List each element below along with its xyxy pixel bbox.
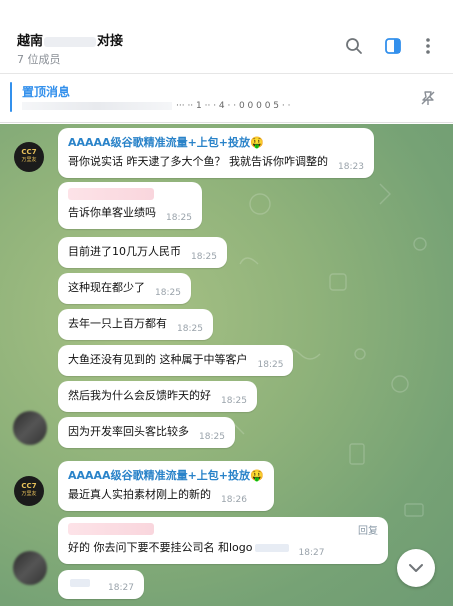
message-text: 好的 你去问下要不要挂公司名 和logo xyxy=(68,541,253,554)
message-bubble[interactable]: 大鱼还没有见到的 这种属于中等客户 18:25 xyxy=(58,345,294,376)
message-text: 目前进了10几万人民币 xyxy=(68,245,181,258)
message-time: 18:25 xyxy=(166,213,192,223)
redacted-sender xyxy=(68,188,154,200)
avatar[interactable] xyxy=(13,551,47,585)
avatar-line1: CC7 xyxy=(21,482,37,490)
chat-title[interactable]: 越南 对接 xyxy=(17,30,123,49)
sender-name[interactable]: AAAAA级谷歌精准流量+上包+投放🤑 xyxy=(68,134,364,150)
more-vert-icon[interactable] xyxy=(416,34,440,58)
message-text: 告诉你单客业绩吗 xyxy=(68,206,156,219)
message-text: 哥你说实话 昨天逮了多大个鱼？ 我就告诉你咋调整的 xyxy=(68,155,328,168)
unpin-icon[interactable] xyxy=(419,89,437,111)
message-time: 18:25 xyxy=(257,360,284,370)
chat-header: 越南 对接 7 位成员 xyxy=(0,0,453,74)
message-text: 因为开发率回头客比较多 xyxy=(68,425,189,438)
message-bubble[interactable]: 告诉你单客业绩吗 18:25 xyxy=(58,182,202,229)
redacted-sender xyxy=(68,523,154,535)
message-time: 18:27 xyxy=(108,583,134,593)
message-bubble[interactable]: 18:27 xyxy=(58,570,144,599)
avatar[interactable]: CC7 万里友 xyxy=(14,476,44,506)
sender-emoji: 🤑 xyxy=(250,469,264,482)
message-time: 18:26 xyxy=(221,495,247,505)
sender-name[interactable]: AAAAA级谷歌精准流量+上包+投放🤑 xyxy=(68,467,264,483)
message-bubble[interactable]: 目前进了10几万人民币 18:25 xyxy=(58,237,227,268)
sender-emoji: 🤑 xyxy=(250,136,264,149)
avatar[interactable] xyxy=(13,411,47,445)
avatar-line2: 万里友 xyxy=(21,491,37,497)
sender-name-text: AAAAA级谷歌精准流量+上包+投放 xyxy=(68,469,250,482)
message-bubble[interactable]: 去年一只上百万都有 18:25 xyxy=(58,309,213,340)
redacted-text xyxy=(254,544,289,552)
chat-history[interactable]: CC7 万里友 AAAAA级谷歌精准流量+上包+投放🤑 哥你说实话 昨天逮了多大个… xyxy=(0,124,453,606)
message-bubble[interactable]: 然后我为什么会反馈昨天的好 18:25 xyxy=(58,381,257,412)
sidebar-panel-icon[interactable] xyxy=(381,34,405,58)
redacted-preview xyxy=(22,101,172,110)
message-text: 这种现在都少了 xyxy=(68,281,145,294)
pinned-label: 置顶消息 xyxy=(22,85,71,99)
message-time: 18:25 xyxy=(191,252,217,262)
message-text: 然后我为什么会反馈昨天的好 xyxy=(68,389,211,402)
message-bubble[interactable]: AAAAA级谷歌精准流量+上包+投放🤑 哥你说实话 昨天逮了多大个鱼？ 我就告诉… xyxy=(58,128,374,178)
avatar[interactable]: CC7 万里友 xyxy=(14,142,44,172)
message-bubble[interactable]: AAAAA级谷歌精准流量+上包+投放🤑 最近真人实拍素材刚上的新的 18:26 xyxy=(58,461,274,511)
message-time: 18:23 xyxy=(338,162,364,172)
pinned-indicator xyxy=(10,82,12,112)
message-text: 去年一只上百万都有 xyxy=(68,317,167,330)
message-text: 最近真人实拍素材刚上的新的 xyxy=(68,488,211,501)
redacted-text xyxy=(70,579,90,587)
message-time: 18:25 xyxy=(177,324,203,334)
chevron-down-icon xyxy=(409,564,423,572)
message-time: 18:25 xyxy=(221,396,247,406)
reply-label[interactable]: 回复 xyxy=(358,522,378,537)
redacted-title xyxy=(44,36,97,47)
search-icon[interactable] xyxy=(342,34,366,58)
pinned-preview-text: ··· ·· 1 ·· · 4 · · 0 0 0 0 5 · · xyxy=(176,101,291,111)
message-bubble[interactable]: 因为开发率回头客比较多 18:25 xyxy=(58,417,235,448)
pinned-message-bar[interactable]: 置顶消息 ··· ·· 1 ·· · 4 · · 0 0 0 0 5 · · xyxy=(0,75,453,123)
message-bubble[interactable]: 回复 好的 你去问下要不要挂公司名 和logo 18:27 xyxy=(58,517,388,564)
message-time: 18:27 xyxy=(298,548,325,558)
chat-title-left: 越南 xyxy=(17,34,44,49)
member-count: 7 位成员 xyxy=(17,53,61,66)
sender-name-text: AAAAA级谷歌精准流量+上包+投放 xyxy=(68,136,250,149)
message-time: 18:25 xyxy=(155,288,181,298)
avatar-line1: CC7 xyxy=(21,148,37,156)
chat-title-right: 对接 xyxy=(97,34,124,49)
message-text: 大鱼还没有见到的 这种属于中等客户 xyxy=(68,353,248,366)
pinned-preview: ··· ·· 1 ·· · 4 · · 0 0 0 0 5 · · xyxy=(22,101,292,111)
message-bubble[interactable]: 这种现在都少了 18:25 xyxy=(58,273,191,304)
scroll-down-button[interactable] xyxy=(397,549,435,587)
message-time: 18:25 xyxy=(199,432,225,442)
avatar-line2: 万里友 xyxy=(21,157,37,163)
